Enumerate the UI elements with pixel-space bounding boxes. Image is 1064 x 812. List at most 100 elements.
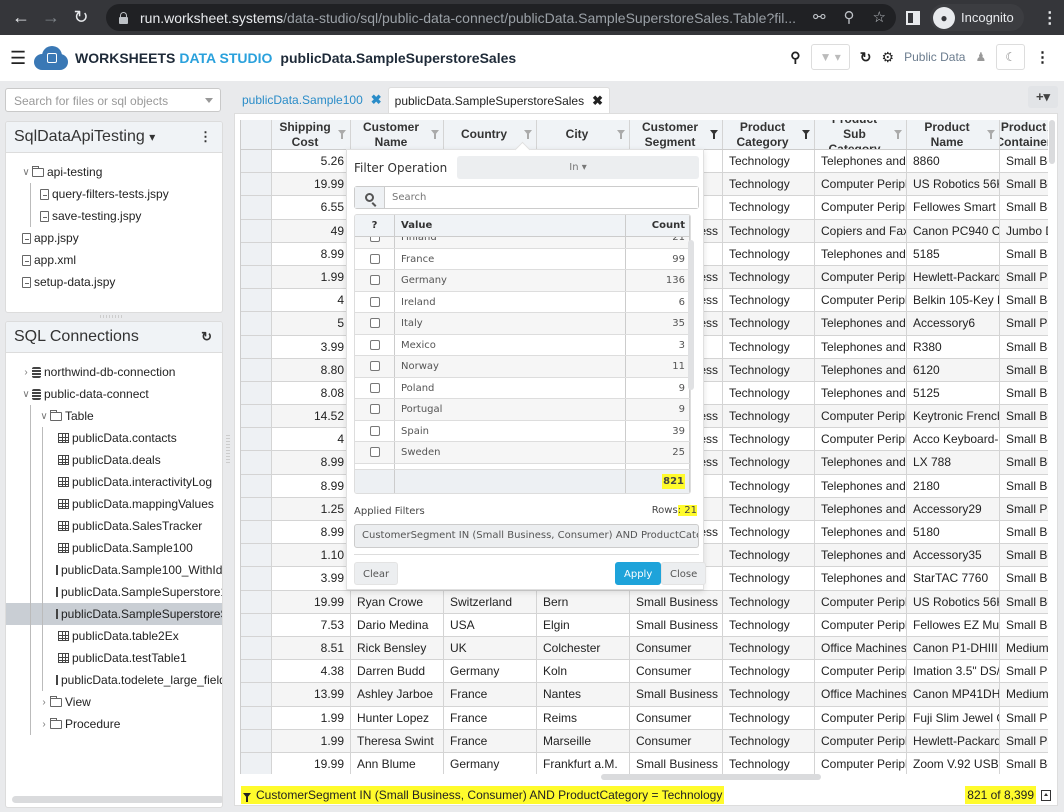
table-cell[interactable]: Small Pack [1000,266,1048,288]
row-header[interactable] [241,219,272,242]
checkbox[interactable] [369,275,380,285]
table-cell[interactable]: Rick Bensley [351,636,444,660]
table-cell[interactable]: 6.55 [272,196,351,219]
user-icon[interactable]: ♟ [975,50,986,64]
table-cell[interactable]: Small Box [1000,451,1048,473]
table-row[interactable]: 13.99 Ashley Jarboe France Nantes Small Busi… [241,683,1048,707]
table-cell[interactable]: 8.51 [272,636,351,660]
table-cell[interactable]: Telephones and Communication [815,544,907,567]
column-filter-icon[interactable] [894,130,902,139]
table-cell[interactable]: Medium Box [1000,637,1048,659]
table-cell[interactable]: Computer Peripherals [815,613,907,636]
row-header[interactable] [241,335,272,358]
vertical-scrollbar[interactable] [688,240,694,390]
filter-value-checkbox-cell[interactable] [355,399,395,420]
table-cell[interactable]: 8.99 [272,242,351,265]
table-cell[interactable]: 3.99 [272,567,351,590]
table-cell[interactable]: Telephones and Communication [815,335,907,358]
filter-value-row[interactable]: Norway 11 [355,356,690,378]
tree-item-folder[interactable]: › View [6,691,222,713]
table-cell[interactable]: Darren Budd [351,660,444,683]
table-cell[interactable]: Reims [537,706,630,729]
filter-value-row[interactable]: Germany 136 [355,270,690,292]
table-cell[interactable]: Technology [723,636,815,660]
table-cell[interactable]: 4.38 [272,660,351,683]
reload-icon[interactable]: ↻ [66,7,96,28]
column-filter-icon[interactable] [431,130,439,139]
filter-value-row[interactable]: France 99 [355,248,690,270]
table-cell[interactable]: 5180 [907,521,1000,544]
chevron-right-icon[interactable]: › [38,719,50,730]
sidebar-resize-handle[interactable] [226,435,230,465]
table-cell[interactable]: Small Box [1000,544,1048,566]
tree-item-db[interactable]: › northwind-db-connection [6,361,222,383]
row-header[interactable] [241,521,272,544]
clear-button[interactable]: Clear [354,562,399,585]
table-cell[interactable]: Hunter Lopez [351,706,444,729]
table-cell[interactable]: 8.99 [272,451,351,474]
chevron-down-icon[interactable]: ∨ [20,167,32,178]
column-filter-icon[interactable] [802,130,810,139]
tree-item-table[interactable]: publicData.Sample100_WithIdentity [6,559,222,581]
checkbox[interactable] [369,253,380,264]
filter-value-checkbox-cell[interactable] [355,291,395,312]
table-cell[interactable]: 7.53 [272,613,351,636]
table-cell[interactable]: 1.10 [272,544,351,567]
chevron-down-icon[interactable]: ∨ [20,389,32,400]
table-cell[interactable]: Small Box [1000,336,1048,358]
table-cell[interactable]: Jumbo Drum [1000,220,1048,242]
table-cell[interactable]: 5125 [907,381,1000,405]
back-icon[interactable]: ← [6,7,36,28]
row-header[interactable] [241,567,272,590]
user-label[interactable]: Public Data [904,50,965,64]
filter-value-checkbox-cell[interactable] [355,237,395,248]
filter-value-checkbox-cell[interactable] [355,377,395,398]
table-row[interactable]: 4.38 Darren Budd Germany Koln Consumer Techno… [241,660,1048,684]
table-row[interactable]: 19.99 Ann Blume Germany Frankfurt a.M. Small… [241,752,1048,774]
key-icon[interactable]: ⚯ [813,8,826,26]
checkbox[interactable] [369,447,380,457]
table-cell[interactable]: Small Box [1000,359,1048,381]
table-cell[interactable]: Small Box [1000,289,1048,311]
table-cell[interactable]: 1.99 [272,706,351,729]
table-cell[interactable]: Telephones and Communication [815,242,907,265]
row-header[interactable] [241,242,272,265]
tree-item-table[interactable]: publicData.interactivityLog [6,471,222,493]
checkbox[interactable] [369,318,380,328]
column-filter-icon[interactable] [617,130,625,139]
count-column-header[interactable]: Count [626,215,690,236]
tree-item-file[interactable]: app.jspy [6,227,222,249]
row-header[interactable] [241,173,272,196]
table-cell[interactable]: Small Box [1000,521,1048,543]
table-cell[interactable]: Technology [723,683,815,706]
table-cell[interactable]: US Robotics 56K [907,173,1000,196]
tab-inactive[interactable]: publicData.Sample100 ✖ [236,87,388,113]
filter-value-checkbox-cell[interactable] [355,442,395,463]
column-header[interactable]: City [537,120,630,149]
add-tab-button[interactable]: +▾ [1028,86,1058,108]
table-cell[interactable]: Technology [723,497,815,520]
table-cell[interactable]: 13.99 [272,683,351,706]
row-header[interactable] [241,683,272,706]
row-header[interactable] [241,358,272,381]
table-cell[interactable]: Nantes [537,683,630,706]
project-menu-icon[interactable]: ⋮ [199,129,212,145]
row-header[interactable] [241,451,272,474]
column-filter-icon[interactable] [987,130,995,139]
checkbox[interactable] [369,382,380,393]
table-row[interactable]: 8.51 Rick Bensley UK Colchester Consumer Tech… [241,636,1048,661]
table-cell[interactable]: Dario Medina [351,613,444,636]
column-filter-icon[interactable] [338,130,346,139]
tab-active[interactable]: publicData.SampleSuperstoreSales ✖ [387,87,611,113]
filter-value-checkbox-cell[interactable] [355,334,395,355]
table-cell[interactable]: 19.99 [272,173,351,196]
row-header[interactable] [241,312,272,335]
table-cell[interactable]: Computer Peripherals [815,405,907,428]
tree-item-table[interactable]: publicData.SalesTracker [6,515,222,537]
row-header[interactable] [241,474,272,497]
refresh-icon[interactable]: ↻ [860,49,872,66]
table-cell[interactable]: Hewlett-Packard 4 [907,729,1000,752]
tree-item-table[interactable]: publicData.todelete_large_field [6,669,222,691]
chevron-right-icon[interactable]: › [20,367,32,378]
table-cell[interactable]: Small Box [1000,405,1048,427]
